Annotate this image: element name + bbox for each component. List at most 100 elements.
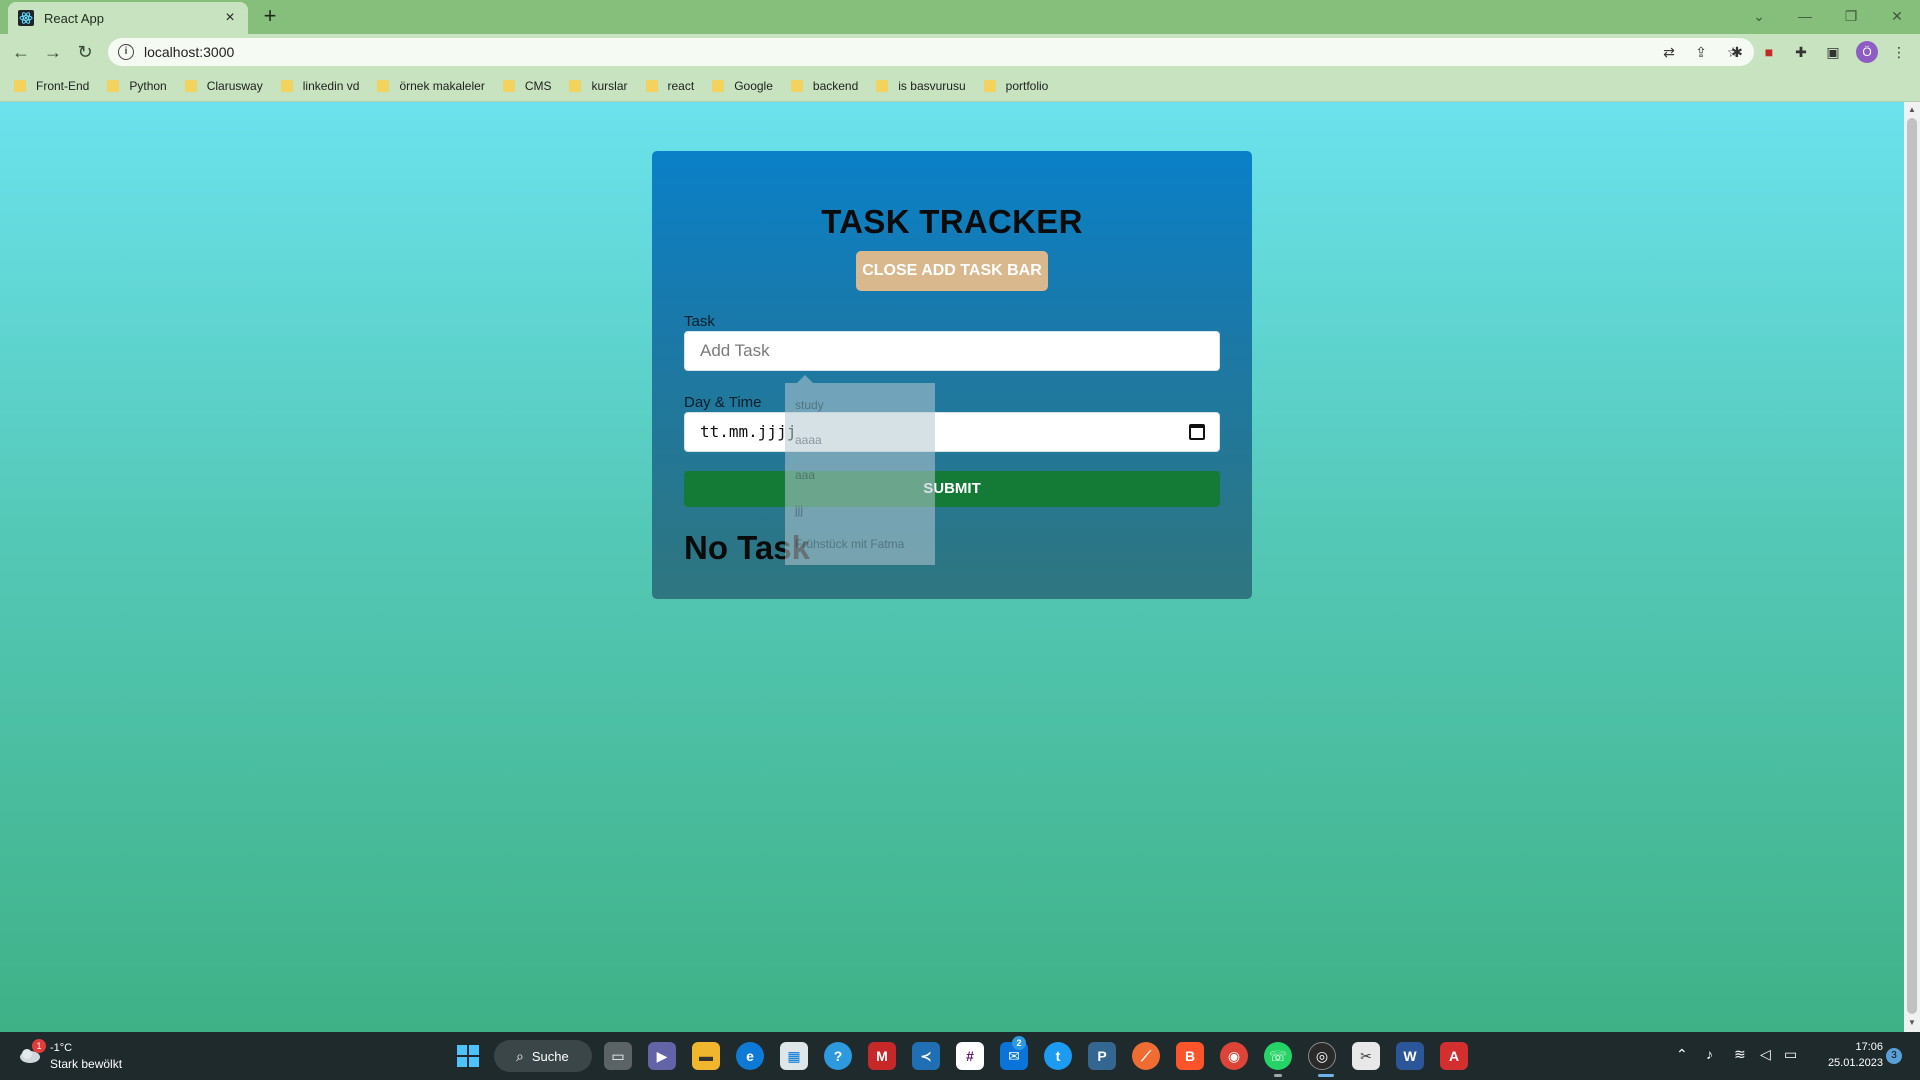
tab-search-icon[interactable]: ⌄ [1744,4,1774,28]
notification-badge[interactable]: 3 [1886,1048,1902,1064]
bookmark-folder[interactable]: react [645,79,694,93]
task-input[interactable]: Add Task [684,331,1220,371]
acrobat-icon[interactable]: A [1440,1042,1468,1070]
close-window-icon[interactable]: ✕ [1882,4,1912,28]
restore-icon[interactable]: ❐ [1836,4,1866,28]
suggestion-item[interactable]: jjj [795,503,803,517]
help-icon[interactable]: ? [824,1042,852,1070]
weather-description[interactable]: Stark bewölkt [50,1057,122,1071]
teams-chat-icon[interactable]: ▶ [648,1042,676,1070]
profile-avatar[interactable]: Ö [1856,41,1878,63]
suggestion-item[interactable]: aaa [795,468,815,482]
bookmark-folder[interactable]: linkedin vd [280,79,359,93]
scroll-down-icon[interactable]: ▼ [1907,1018,1917,1028]
twitter-icon[interactable]: t [1044,1042,1072,1070]
folder-icon [983,79,996,92]
clock-date[interactable]: 25.01.2023 [1813,1057,1883,1069]
extensions-puzzle-icon[interactable]: ✚ [1790,42,1812,62]
close-add-task-button[interactable]: CLOSE ADD TASK BAR [856,251,1048,291]
edge-browser-icon[interactable]: e [736,1042,764,1070]
scrollbar-thumb[interactable] [1907,118,1917,1014]
folder-icon [876,79,889,92]
suggestion-item[interactable]: aaaa [795,433,822,447]
whatsapp-icon[interactable]: ☏ [1264,1042,1292,1070]
suggestion-item[interactable]: study [795,398,824,412]
back-icon[interactable]: ← [8,40,34,64]
taskbar-search-label: Suche [531,1048,569,1064]
mail-badge: 2 [1012,1036,1026,1050]
task-view-icon[interactable]: ▭ [604,1042,632,1070]
active-indicator [1318,1074,1334,1077]
address-bar[interactable]: i localhost:3000 ⇄ ⇪ ☆ [108,38,1754,66]
task-tracker-card: TASK TRACKER CLOSE ADD TASK BAR Task Add… [652,151,1252,599]
site-info-icon[interactable]: i [118,44,134,60]
bookmark-folder[interactable]: kurslar [569,79,628,93]
chrome-icon[interactable]: ◉ [1220,1042,1248,1070]
share-icon[interactable]: ⇪ [1690,42,1712,62]
battery-icon[interactable]: ▭ [1784,1046,1797,1063]
side-panel-icon[interactable]: ▣ [1822,42,1844,62]
suggestion-item[interactable]: Frühstück mit Fatma [795,537,904,551]
react-favicon-icon [18,10,34,26]
mcafee-icon[interactable]: M [868,1042,896,1070]
slack-icon[interactable]: # [956,1042,984,1070]
tab-strip: React App × + ⌄ — ❐ ✕ [0,0,1920,34]
bookmark-folder[interactable]: backend [790,79,858,93]
postman-icon[interactable]: ⟋ [1132,1042,1160,1070]
bookmark-folder[interactable]: Clarusway [184,79,263,93]
search-icon: ⌕ [516,1047,524,1064]
running-indicator [1274,1074,1282,1077]
folder-icon [502,79,515,92]
tab-close-icon[interactable]: × [222,10,238,26]
bookmark-folder[interactable]: Google [712,79,773,93]
extension-bug-icon[interactable]: ✱ [1726,42,1748,62]
windows-taskbar: 1 -1°C Stark bewölkt ⌕ Suche ▭ ▶ ▬ e ▦ ?… [0,1032,1920,1080]
postgresql-icon[interactable]: P [1088,1042,1116,1070]
clock-time[interactable]: 17:06 [1833,1041,1883,1053]
address-url[interactable]: localhost:3000 [144,44,1658,60]
dropdown-arrow [797,375,813,383]
snipping-tool-icon[interactable]: ✂ [1352,1042,1380,1070]
calendar-icon[interactable] [1189,424,1205,440]
forward-icon[interactable]: → [40,40,66,64]
bookmark-folder[interactable]: örnek makaleler [377,79,485,93]
extension-red-icon[interactable]: ■ [1758,42,1780,62]
folder-icon [377,79,390,92]
store-icon[interactable]: ▦ [780,1042,808,1070]
word-icon[interactable]: W [1396,1042,1424,1070]
tray-overflow-icon[interactable]: ⌃ [1676,1046,1688,1063]
date-input[interactable]: tt.mm.jjjj [684,412,1220,452]
file-explorer-icon[interactable]: ▬ [692,1042,720,1070]
page-title: TASK TRACKER [821,203,1083,240]
bookmark-folder[interactable]: Front-End [14,79,89,93]
bookmark-folder[interactable]: Python [107,79,167,93]
bookmark-folder[interactable]: is basvurusu [876,79,966,93]
page-scrollbar[interactable]: ▲ ▼ [1904,102,1920,1032]
bookmark-folder[interactable]: CMS [502,79,551,93]
vscode-icon[interactable]: ≺ [912,1042,940,1070]
folder-icon [790,79,803,92]
folder-icon [645,79,658,92]
minimize-icon[interactable]: — [1790,4,1820,28]
scroll-up-icon[interactable]: ▲ [1907,105,1917,115]
menu-kebab-icon[interactable]: ⋮ [1888,42,1910,62]
wifi-icon[interactable]: ≋ [1734,1046,1746,1063]
new-tab-button[interactable]: + [258,5,282,29]
obs-icon[interactable]: ◎ [1308,1042,1336,1070]
submit-button[interactable]: SUBMIT [684,471,1220,507]
tab-title: React App [44,10,104,26]
bookmark-folder[interactable]: portfolio [983,79,1048,93]
reload-icon[interactable]: ↻ [72,40,98,64]
browser-toolbar: ← → ↻ i localhost:3000 ⇄ ⇪ ☆ ✱ ■ ✚ ▣ Ö ⋮ [0,34,1920,70]
microphone-icon[interactable]: ♪ [1706,1046,1713,1062]
folder-icon [107,79,120,92]
taskbar-search[interactable]: ⌕ Suche [494,1040,592,1072]
folder-icon [280,79,293,92]
volume-icon[interactable]: ◁ [1760,1046,1771,1063]
weather-temperature[interactable]: -1°C [50,1042,72,1054]
brave-icon[interactable]: B [1176,1042,1204,1070]
windows-start-icon[interactable] [454,1042,482,1070]
translate-icon[interactable]: ⇄ [1658,42,1680,62]
browser-tab-react-app[interactable]: React App × [8,2,248,34]
date-input-value: tt.mm.jjjj [700,422,797,441]
